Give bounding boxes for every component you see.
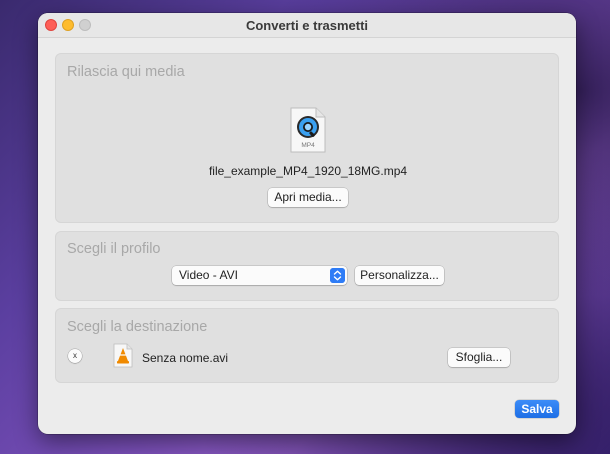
mp4-file-icon: MP4 bbox=[290, 107, 326, 153]
media-filename: file_example_MP4_1920_18MG.mp4 bbox=[208, 164, 408, 178]
media-drop-panel[interactable]: Rilascia qui media MP4 file_example_MP4_… bbox=[55, 53, 559, 223]
selected-profile-label: Video - AVI bbox=[179, 268, 238, 282]
file-type-label: MP4 bbox=[301, 142, 315, 149]
convert-stream-window: Converti e trasmetti Rilascia qui media … bbox=[38, 13, 576, 434]
window-title: Converti e trasmetti bbox=[245, 18, 369, 33]
profile-panel: Scegli il profilo Video - AVI Personaliz… bbox=[55, 231, 559, 301]
save-button[interactable]: Salva bbox=[515, 400, 559, 418]
profile-panel-heading: Scegli il profilo bbox=[67, 241, 161, 257]
title-bar: Converti e trasmetti bbox=[38, 13, 576, 38]
clear-destination-button[interactable]: x bbox=[68, 349, 82, 363]
select-arrows-icon bbox=[330, 268, 345, 283]
destination-panel-heading: Scegli la destinazione bbox=[67, 319, 208, 335]
profile-select[interactable]: Video - AVI bbox=[172, 266, 347, 285]
customize-profile-button[interactable]: Personalizza... bbox=[355, 266, 444, 285]
vlc-file-icon bbox=[113, 343, 133, 368]
destination-filename: Senza nome.avi bbox=[142, 351, 229, 365]
destination-panel: Scegli la destinazione x Senza nome.avi … bbox=[55, 308, 559, 383]
media-panel-heading: Rilascia qui media bbox=[67, 64, 185, 80]
open-media-button[interactable]: Apri media... bbox=[268, 188, 348, 207]
browse-destination-button[interactable]: Sfoglia... bbox=[448, 348, 510, 367]
